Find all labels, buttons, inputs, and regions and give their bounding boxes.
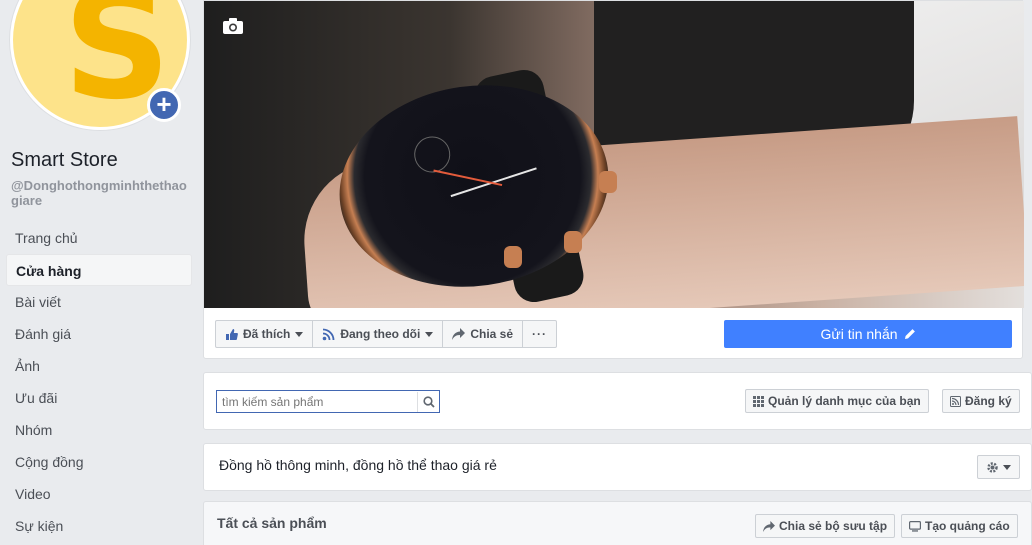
following-button[interactable]: Đang theo dõi <box>312 320 444 348</box>
sidebar-item-shop[interactable]: Cửa hàng <box>6 254 192 286</box>
page-action-bar: Đã thích Đang theo dõi Chia sẻ ··· <box>215 320 558 348</box>
settings-dropdown-button[interactable] <box>977 455 1020 479</box>
search-icon <box>422 395 435 408</box>
add-photo-icon[interactable]: + <box>147 88 181 122</box>
search-button[interactable] <box>417 391 439 412</box>
sidebar-item-reviews[interactable]: Đánh giá <box>6 318 192 350</box>
thumbs-up-icon <box>226 328 238 340</box>
create-ad-label: Tạo quảng cáo <box>925 519 1010 533</box>
share-button[interactable]: Chia sẻ <box>442 320 524 348</box>
sidebar-item-home[interactable]: Trang chủ <box>6 222 192 254</box>
sidebar-item-video[interactable]: Video <box>6 478 192 510</box>
share-collection-label: Chia sẻ bộ sưu tập <box>779 519 888 533</box>
rss-icon <box>323 328 335 340</box>
search-input[interactable] <box>217 391 417 412</box>
watch-subdial-shape <box>411 134 453 175</box>
gear-icon <box>987 461 998 473</box>
watch-pusher-shape <box>504 246 522 268</box>
monitor-icon <box>909 520 921 532</box>
watch-crown-shape <box>599 171 617 193</box>
subscribe-label: Đăng ký <box>965 394 1012 408</box>
sidebar-item-photos[interactable]: Ảnh <box>6 350 192 382</box>
manage-catalog-label: Quản lý danh mục của bạn <box>768 394 921 408</box>
sidebar-nav: Trang chủ Cửa hàng Bài viết Đánh giá Ảnh… <box>6 222 192 542</box>
all-products-title: Tất cả sản phẩm <box>217 515 327 531</box>
cover-photo[interactable] <box>204 1 1024 308</box>
liked-label: Đã thích <box>243 327 291 341</box>
pencil-icon <box>904 329 915 339</box>
more-button[interactable]: ··· <box>522 320 558 348</box>
chevron-down-icon <box>1003 464 1011 470</box>
manage-catalog-button[interactable]: Quản lý danh mục của bạn <box>745 389 929 413</box>
sidebar-item-posts[interactable]: Bài viết <box>6 286 192 318</box>
shop-description-card: Đồng hồ thông minh, đồng hồ thể thao giá… <box>203 443 1032 491</box>
chevron-down-icon <box>425 331 434 337</box>
rss-box-icon <box>950 395 961 407</box>
cover-card: Đã thích Đang theo dõi Chia sẻ ··· Gửi t… <box>203 0 1024 359</box>
watch-hand-shape <box>433 169 503 187</box>
shop-description: Đồng hồ thông minh, đồng hồ thể thao giá… <box>219 457 497 473</box>
grid-icon <box>753 395 764 407</box>
share-label: Chia sẻ <box>470 327 514 341</box>
left-column: S + Smart Store @Donghothongminhthethaog… <box>0 0 200 545</box>
page-handle[interactable]: @Donghothongminhthethaogiare <box>11 178 191 208</box>
share-arrow-icon <box>452 328 466 340</box>
create-ad-button[interactable]: Tạo quảng cáo <box>901 514 1018 538</box>
all-products-card: Tất cả sản phẩm Chia sẻ bộ sưu tập Tạo q… <box>203 501 1032 545</box>
send-message-label: Gửi tin nhắn <box>820 326 898 342</box>
product-search <box>216 390 440 413</box>
sidebar-item-offers[interactable]: Ưu đãi <box>6 382 192 414</box>
following-label: Đang theo dõi <box>340 327 421 341</box>
share-arrow-icon <box>763 520 775 532</box>
chevron-down-icon <box>295 331 304 337</box>
share-collection-button[interactable]: Chia sẻ bộ sưu tập <box>755 514 896 538</box>
sidebar-item-groups[interactable]: Nhóm <box>6 414 192 446</box>
camera-icon[interactable] <box>222 17 244 35</box>
page-title[interactable]: Smart Store <box>11 149 118 172</box>
sidebar-item-community[interactable]: Cộng đồng <box>6 446 192 478</box>
liked-button[interactable]: Đã thích <box>215 320 314 348</box>
send-message-button[interactable]: Gửi tin nhắn <box>724 320 1012 348</box>
shop-search-card: Quản lý danh mục của bạn Đăng ký <box>203 372 1032 430</box>
sidebar-item-events[interactable]: Sự kiện <box>6 510 192 542</box>
more-dots-icon: ··· <box>532 327 548 341</box>
subscribe-button[interactable]: Đăng ký <box>942 389 1020 413</box>
watch-pusher-shape <box>564 231 582 253</box>
